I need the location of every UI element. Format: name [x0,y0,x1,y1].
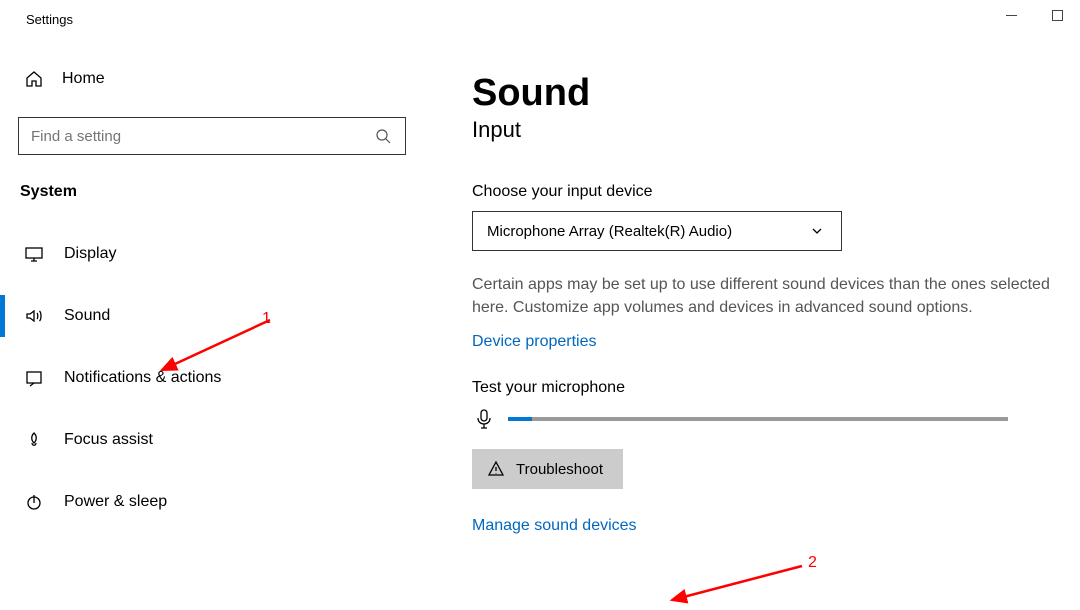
manage-sound-devices-link[interactable]: Manage sound devices [472,517,637,535]
section-title: Input [472,117,1080,143]
notifications-icon [24,368,44,388]
nav-list: Display Sound Notifications & actions [0,223,420,533]
troubleshoot-label: Troubleshoot [516,461,603,478]
sidebar-item-power[interactable]: Power & sleep [0,471,420,533]
focus-assist-icon [24,430,44,450]
main-content: Sound Input Choose your input device Mic… [420,0,1080,608]
window-title: Settings [26,12,402,27]
search-field[interactable] [31,128,373,145]
warning-icon [486,459,506,479]
test-mic-label: Test your microphone [472,379,1080,397]
sidebar: Settings Home System [0,0,420,608]
home-label: Home [62,70,105,88]
search-icon [373,126,393,146]
sidebar-item-label: Power & sleep [64,493,167,511]
sidebar-item-label: Notifications & actions [64,369,221,387]
window-controls [988,0,1080,30]
home-button[interactable]: Home [18,59,402,99]
device-properties-link[interactable]: Device properties [472,333,597,351]
sidebar-item-label: Sound [64,307,110,325]
sidebar-item-label: Focus assist [64,431,153,449]
page-title: Sound [472,72,1080,115]
display-icon [24,244,44,264]
device-description: Certain apps may be set up to use differ… [472,273,1072,319]
chevron-down-icon [807,221,827,241]
input-device-dropdown[interactable]: Microphone Array (Realtek(R) Audio) [472,211,842,251]
microphone-icon [472,407,496,431]
troubleshoot-button[interactable]: Troubleshoot [472,449,623,489]
dropdown-value: Microphone Array (Realtek(R) Audio) [487,223,732,240]
search-input[interactable] [18,117,406,155]
sidebar-item-label: Display [64,245,116,263]
sidebar-item-focus-assist[interactable]: Focus assist [0,409,420,471]
maximize-button[interactable] [1034,0,1080,30]
category-label: System [20,183,402,201]
power-icon [24,492,44,512]
sidebar-item-display[interactable]: Display [0,223,420,285]
mic-test-row [472,407,1080,431]
choose-device-label: Choose your input device [472,183,1080,201]
mic-level-meter [508,417,1008,421]
mic-level-fill [508,417,532,421]
home-icon [24,69,44,89]
sound-icon [24,306,44,326]
sidebar-item-sound[interactable]: Sound [0,285,420,347]
minimize-button[interactable] [988,0,1034,30]
sidebar-item-notifications[interactable]: Notifications & actions [0,347,420,409]
